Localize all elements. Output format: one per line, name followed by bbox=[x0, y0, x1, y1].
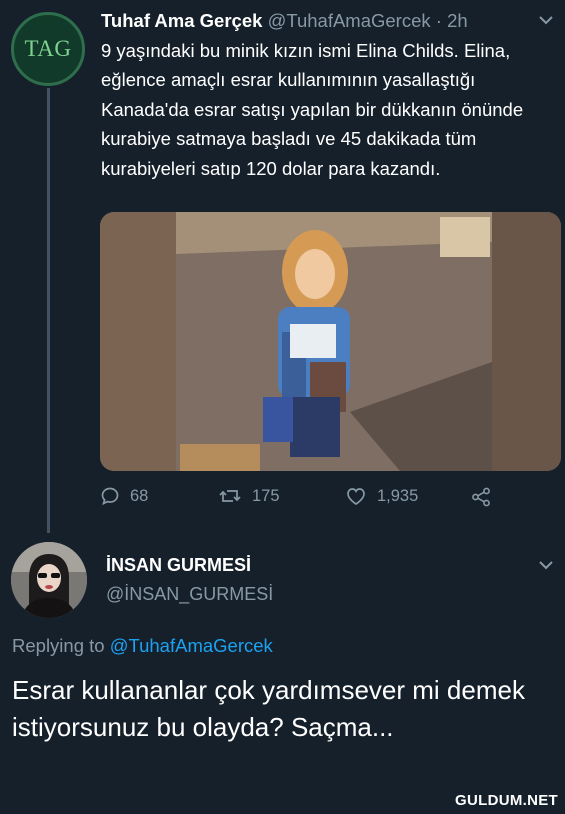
reply-text: Esrar kullananlar çok yardımsever mi dem… bbox=[12, 675, 525, 742]
comment-icon bbox=[101, 487, 119, 506]
heart-icon bbox=[347, 488, 365, 505]
reply-action[interactable]: 68 bbox=[100, 486, 148, 506]
reply-count: 68 bbox=[130, 486, 149, 505]
like-action[interactable]: 1,935 bbox=[345, 486, 418, 506]
tweet-text: 9 yaşındaki bu minik kızın ismi Elina Ch… bbox=[101, 40, 524, 179]
tweet-header: Tuhaf Ama Gerçek @TuhafAmaGercek · 2h bbox=[101, 9, 541, 33]
retweet-count: 175 bbox=[252, 486, 280, 505]
retweet-icon bbox=[219, 490, 241, 502]
tweet-actions: 68 175 1,935 bbox=[100, 486, 500, 512]
avatar-logo-text: TAG bbox=[24, 36, 72, 61]
replying-to: Replying to @TuhafAmaGercek bbox=[12, 635, 273, 657]
reply-author-name[interactable]: İNSAN GURMESİ bbox=[106, 555, 251, 576]
tweet-time[interactable]: 2h bbox=[447, 10, 468, 31]
author-handle[interactable]: @TuhafAmaGercek bbox=[268, 10, 431, 31]
avatar[interactable]: TAG bbox=[11, 12, 85, 86]
screenshot: TAG Tuhaf Ama Gerçek @TuhafAmaGercek · 2… bbox=[0, 0, 565, 814]
watermark: GULDUM.NET bbox=[455, 792, 558, 809]
meta-separator: · bbox=[435, 10, 442, 31]
chevron-down-icon[interactable] bbox=[537, 558, 555, 572]
tweet-photo[interactable] bbox=[100, 212, 561, 471]
thread-connector bbox=[47, 88, 50, 533]
chevron-down-icon[interactable] bbox=[537, 13, 555, 27]
share-action[interactable] bbox=[470, 486, 502, 508]
reply-author-handle[interactable]: @İNSAN_GURMESİ bbox=[106, 584, 273, 605]
replying-mention-link[interactable]: @TuhafAmaGercek bbox=[110, 635, 273, 656]
share-icon bbox=[472, 487, 490, 507]
like-count: 1,935 bbox=[377, 486, 419, 505]
reply-avatar[interactable] bbox=[11, 542, 87, 618]
author-name[interactable]: Tuhaf Ama Gerçek bbox=[101, 10, 262, 31]
replying-prefix: Replying to bbox=[12, 635, 105, 656]
retweet-action[interactable]: 175 bbox=[218, 486, 280, 506]
